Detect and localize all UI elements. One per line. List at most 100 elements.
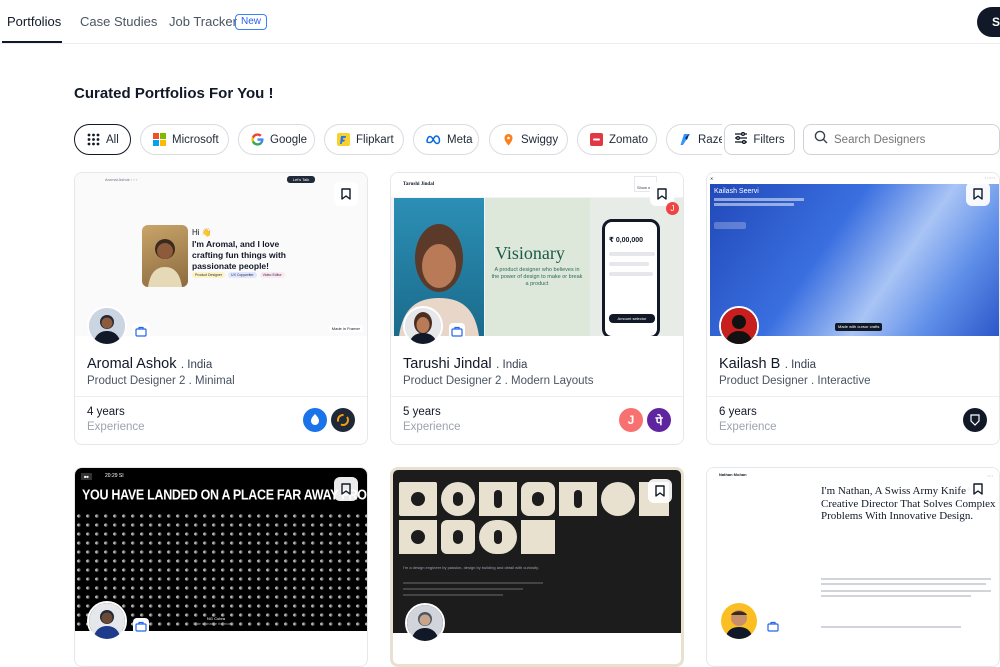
search-input[interactable] <box>834 133 984 146</box>
bookmark-button[interactable] <box>334 182 358 206</box>
chip-label: Google <box>270 133 308 146</box>
bookmark-icon <box>973 483 983 495</box>
filter-chip-razorpay[interactable]: Raze <box>666 124 722 155</box>
thumb-headline: YOU HAVE LANDED ON A PLACE FAR AWAY FROM… <box>82 486 367 504</box>
thumb-button: Made with cursor crafts <box>835 323 883 331</box>
thumb-chips: Product Designer UX Copywriter Video Edi… <box>192 272 285 278</box>
portfolio-card[interactable]: Aromal Ashok ▫ ▫ ▫ Let's Talk Hi 👋 I'm A… <box>74 172 368 445</box>
thumb-nav: ✕ <box>710 176 714 181</box>
thumb-time: 20:29 SI <box>105 473 124 479</box>
experience-years: 4 years <box>87 406 125 418</box>
avatar[interactable] <box>87 306 127 346</box>
company-badge-icon: J <box>666 202 679 215</box>
chip-label: Flipkart <box>356 133 394 146</box>
thumb-hero-panel: Visionary A product designer who believe… <box>485 198 590 336</box>
designer-name-line: Kailash B . India <box>719 355 816 373</box>
thumb-caption: I'm a design engineer by passion, design… <box>403 565 539 570</box>
designer-name[interactable]: Aromal Ashok <box>87 356 176 372</box>
razorpay-logo-icon <box>679 133 692 146</box>
thumb-site-name: Tarushi Jindal <box>403 182 435 187</box>
portfolio-card[interactable]: ■■ 20:29 SI YOU HAVE LANDED ON A PLACE F… <box>74 467 368 667</box>
tab-job-tracker[interactable]: Job Tracker <box>169 14 237 29</box>
case-study-icon <box>449 323 465 339</box>
designer-role: Product Designer 2 . Modern Layouts <box>403 375 594 387</box>
card-divider <box>75 396 367 397</box>
filter-chip-swiggy[interactable]: Swiggy <box>489 124 568 155</box>
filter-chip-all[interactable]: All <box>74 124 131 155</box>
thumb-nav-links: ▫ ▫ ▫ <box>987 474 993 478</box>
thumb-subtitle: A product designer who believes in the p… <box>491 267 583 287</box>
thumb-nav: Aromal Ashok ▫ ▫ ▫ <box>105 177 138 182</box>
company-logo-jupiter-icon: J <box>619 408 643 432</box>
grid-icon <box>87 133 100 146</box>
thumb-logo: Nathan Mohan <box>719 472 747 477</box>
avatar[interactable] <box>403 306 443 346</box>
designer-role: Product Designer . Interactive <box>719 375 871 387</box>
thumb-text-line <box>403 588 523 590</box>
portfolio-card[interactable]: Nathan Mohan ▫ ▫ ▫ I'm Nathan, A Swiss A… <box>706 467 1000 667</box>
tab-portfolios[interactable]: Portfolios <box>7 14 61 29</box>
thumb-nav-links: ▫ ▫ ▫ ▫ ▫ <box>984 176 995 180</box>
designer-name[interactable]: Kailash B <box>719 356 780 372</box>
designer-name[interactable]: Tarushi Jindal <box>403 356 492 372</box>
thumb-text-line <box>403 582 543 584</box>
thumb-phone-row <box>609 262 649 266</box>
portfolio-card[interactable]: ✕ ▫ ▫ ▫ ▫ ▫ Kailash Seervi Made with cur… <box>706 172 1000 445</box>
chip-label: Zomato <box>609 133 648 146</box>
thumb-typography <box>399 482 669 554</box>
experience-label: Experience <box>87 421 145 433</box>
thumb-caption: Slide to change the music <box>193 622 234 626</box>
search-box[interactable] <box>803 124 1000 155</box>
filter-chip-flipkart[interactable]: Flipkart <box>324 124 404 155</box>
swiggy-logo-icon <box>502 133 515 146</box>
bookmark-icon <box>655 485 665 497</box>
thumb-text-line <box>821 578 991 580</box>
portfolio-card[interactable]: I'm a design engineer by passion, design… <box>390 467 684 667</box>
designer-country: . India <box>784 359 817 371</box>
bookmark-icon <box>341 483 351 495</box>
bookmark-icon <box>973 188 983 200</box>
experience-label: Experience <box>719 421 777 433</box>
portfolio-card[interactable]: Tarushi Jindal Show me Visionary A produ… <box>390 172 684 445</box>
thumb-text-line <box>821 595 971 597</box>
filters-label: Filters <box>753 133 785 146</box>
designer-country: . India <box>496 359 528 371</box>
thumb-text-line <box>821 626 961 628</box>
case-study-icon <box>133 323 149 339</box>
filter-chip-zomato[interactable]: Zomato <box>577 124 657 155</box>
bookmark-button[interactable] <box>648 479 672 503</box>
chip-label: Microsoft <box>172 133 219 146</box>
company-logo-dark-icon <box>331 408 355 432</box>
avatar[interactable] <box>719 306 759 346</box>
zomato-logo-icon <box>590 133 603 146</box>
thumb-phone-panel: ₹ 0,00,000 Amount selector <box>590 198 683 336</box>
avatar[interactable] <box>405 603 445 643</box>
top-right-button[interactable]: S <box>977 7 1000 37</box>
avatar[interactable] <box>87 601 127 641</box>
thumb-chip <box>714 222 746 229</box>
experience-years: 5 years <box>403 406 441 418</box>
filters-button[interactable]: Filters <box>724 124 795 155</box>
tab-case-studies[interactable]: Case Studies <box>80 14 157 29</box>
top-navigation: Portfolios Case Studies Job Tracker New … <box>0 0 1000 44</box>
avatar[interactable] <box>719 601 759 641</box>
thumb-text-line <box>403 594 503 596</box>
filter-chip-meta[interactable]: Meta <box>413 124 479 155</box>
bookmark-button[interactable] <box>966 477 990 501</box>
designer-role: Product Designer 2 . Minimal <box>87 375 235 387</box>
thumb-headline: I'm Aromal, and I love crafting fun thin… <box>192 239 286 271</box>
thumb-logo: ■■ <box>81 473 92 480</box>
bookmark-button[interactable] <box>966 182 990 206</box>
chip-label: Meta <box>447 133 473 146</box>
thumb-text-line <box>821 590 991 592</box>
filter-chip-microsoft[interactable]: Microsoft <box>140 124 229 155</box>
filters-icon <box>734 131 748 147</box>
bookmark-icon <box>657 188 667 200</box>
filter-chip-google[interactable]: Google <box>238 124 315 155</box>
thumb-phone-button: Amount selector <box>609 314 655 323</box>
thumb-phone-amount: ₹ 0,00,000 <box>609 237 644 244</box>
thumb-cta: Let's Talk <box>287 176 315 183</box>
thumb-text-line <box>821 583 986 585</box>
bookmark-button[interactable] <box>334 477 358 501</box>
chip-label: All <box>106 133 119 146</box>
